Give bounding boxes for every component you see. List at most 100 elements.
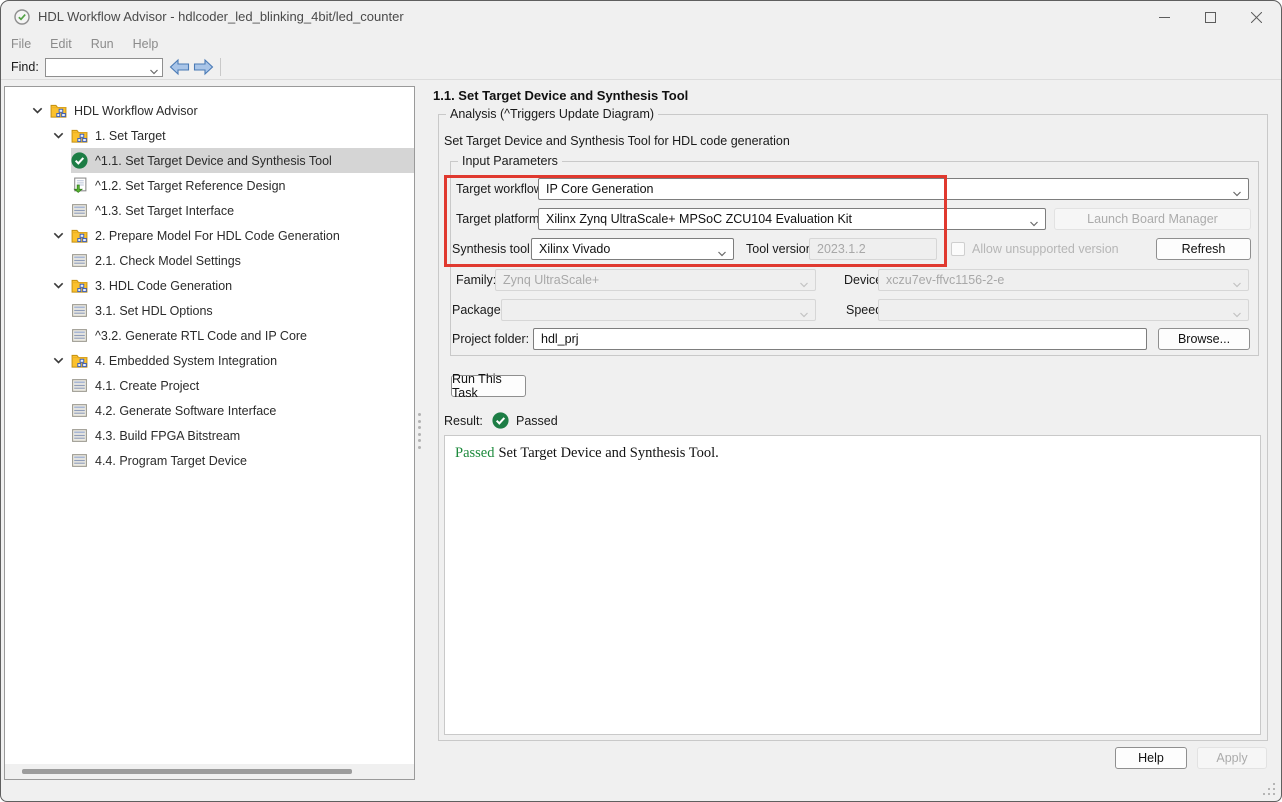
tree-item-label: 4.2. Generate Software Interface bbox=[95, 403, 277, 418]
allow-unsupported-version-checkbox[interactable] bbox=[951, 242, 965, 256]
tree-item-content[interactable]: 4.2. Generate Software Interface bbox=[71, 398, 414, 423]
synthesis-tool-combo[interactable]: Xilinx Vivado bbox=[531, 238, 734, 260]
chevron-down-icon bbox=[149, 63, 159, 81]
allow-unsupported-version-label: Allow unsupported version bbox=[972, 242, 1119, 256]
input-parameters-title: Input Parameters bbox=[458, 154, 562, 168]
task-icon bbox=[71, 402, 88, 419]
task-icon bbox=[71, 377, 88, 394]
tree-item-selected-content[interactable]: ^1.1. Set Target Device and Synthesis To… bbox=[71, 148, 414, 173]
tree-item-content[interactable]: HDL Workflow Advisor bbox=[50, 98, 414, 123]
tree-item-content[interactable]: 3. HDL Code Generation bbox=[71, 273, 414, 298]
result-label: Result: bbox=[444, 414, 483, 428]
refresh-button[interactable]: Refresh bbox=[1156, 238, 1251, 260]
chevron-down-icon[interactable] bbox=[50, 353, 66, 369]
target-workflow-combo[interactable]: IP Core Generation bbox=[538, 178, 1249, 200]
chevron-down-icon[interactable] bbox=[50, 228, 66, 244]
tree-item[interactable]: 4. Embedded System Integration bbox=[5, 348, 414, 373]
tree-item-content[interactable]: 1. Set Target bbox=[71, 123, 414, 148]
tree-item[interactable]: 2.1. Check Model Settings bbox=[5, 248, 414, 273]
workflow-tree-panel: HDL Workflow Advisor 1. Set Target ^1.1. S… bbox=[4, 86, 415, 780]
task-icon bbox=[71, 327, 88, 344]
folder-icon bbox=[71, 127, 88, 144]
tree-item-content[interactable]: 4.4. Program Target Device bbox=[71, 448, 414, 473]
tree-item-label: 3.1. Set HDL Options bbox=[95, 303, 213, 318]
chevron-down-icon[interactable] bbox=[50, 278, 66, 294]
tree-item-content[interactable]: ^1.2. Set Target Reference Design bbox=[71, 173, 414, 198]
tree-item[interactable]: 2. Prepare Model For HDL Code Generation bbox=[5, 223, 414, 248]
tree-item-content[interactable]: 4.3. Build FPGA Bitstream bbox=[71, 423, 414, 448]
tree-item-label: 4.1. Create Project bbox=[95, 378, 200, 393]
scrollbar-thumb[interactable] bbox=[22, 769, 352, 774]
tree-item[interactable]: ^1.2. Set Target Reference Design bbox=[5, 173, 414, 198]
synthesis-tool-label: Synthesis tool: bbox=[452, 242, 534, 256]
tree-item-label: ^3.2. Generate RTL Code and IP Core bbox=[95, 328, 308, 343]
help-button[interactable]: Help bbox=[1115, 747, 1187, 769]
panel-splitter-handle[interactable] bbox=[415, 413, 423, 449]
apply-button[interactable]: Apply bbox=[1197, 747, 1267, 769]
tree-item[interactable]: 4.2. Generate Software Interface bbox=[5, 398, 414, 423]
launch-board-manager-button[interactable]: Launch Board Manager bbox=[1054, 208, 1251, 230]
chevron-down-icon[interactable] bbox=[29, 103, 45, 119]
tree-item[interactable]: ^3.2. Generate RTL Code and IP Core bbox=[5, 323, 414, 348]
window-resize-grip[interactable] bbox=[1263, 783, 1275, 795]
tree-item-content[interactable]: 2.1. Check Model Settings bbox=[71, 248, 414, 273]
chevron-down-icon bbox=[799, 306, 809, 324]
tree-item[interactable]: 1. Set Target bbox=[5, 123, 414, 148]
tree-item[interactable]: 4.3. Build FPGA Bitstream bbox=[5, 423, 414, 448]
tree-item-content[interactable]: ^3.2. Generate RTL Code and IP Core bbox=[71, 323, 414, 348]
menu-help[interactable]: Help bbox=[133, 37, 159, 51]
family-combo: Zynq UltraScale+ bbox=[495, 269, 816, 291]
result-output-box: Passed Set Target Device and Synthesis To… bbox=[444, 435, 1261, 735]
task-icon bbox=[71, 452, 88, 469]
tree-item-content[interactable]: 4.1. Create Project bbox=[71, 373, 414, 398]
menu-run[interactable]: Run bbox=[91, 37, 114, 51]
chevron-down-icon bbox=[1029, 215, 1039, 233]
docarrow-icon bbox=[71, 177, 88, 194]
close-button[interactable] bbox=[1233, 2, 1279, 32]
tree-item-label: 4.3. Build FPGA Bitstream bbox=[95, 428, 241, 443]
tree-item[interactable]: 3.1. Set HDL Options bbox=[5, 298, 414, 323]
chevron-down-icon[interactable] bbox=[50, 128, 66, 144]
tree-item-content[interactable]: 3.1. Set HDL Options bbox=[71, 298, 414, 323]
tree-item-label: 2. Prepare Model For HDL Code Generation bbox=[95, 228, 340, 243]
passed-check-icon bbox=[492, 412, 509, 429]
analysis-groupbox-title: Analysis (^Triggers Update Diagram) bbox=[446, 107, 659, 121]
find-input[interactable] bbox=[45, 58, 163, 77]
tree-item-content[interactable]: 4. Embedded System Integration bbox=[71, 348, 414, 373]
folder-icon bbox=[71, 277, 88, 294]
tree-item-label: 3. HDL Code Generation bbox=[95, 278, 233, 293]
tree-item[interactable]: 3. HDL Code Generation bbox=[5, 273, 414, 298]
tree-item-content[interactable]: ^1.3. Set Target Interface bbox=[71, 198, 414, 223]
tree-item[interactable]: ^1.3. Set Target Interface bbox=[5, 198, 414, 223]
minimize-button[interactable] bbox=[1141, 2, 1187, 32]
target-workflow-value: IP Core Generation bbox=[546, 182, 654, 196]
maximize-button[interactable] bbox=[1187, 2, 1233, 32]
family-value: Zynq UltraScale+ bbox=[503, 273, 600, 287]
run-this-task-button[interactable]: Run This Task bbox=[451, 372, 526, 400]
package-label: Package: bbox=[452, 303, 505, 317]
apply-button-label: Apply bbox=[1216, 751, 1248, 765]
tree-item-label: HDL Workflow Advisor bbox=[74, 103, 198, 118]
tree-item[interactable]: 4.1. Create Project bbox=[5, 373, 414, 398]
hdl-workflow-advisor-window: HDL Workflow Advisor - hdlcoder_led_blin… bbox=[0, 0, 1282, 802]
app-icon bbox=[14, 9, 30, 25]
target-platform-combo[interactable]: Xilinx Zynq UltraScale+ MPSoC ZCU104 Eva… bbox=[538, 208, 1046, 230]
project-folder-input[interactable]: hdl_prj bbox=[533, 328, 1147, 350]
tree-horizontal-scrollbar[interactable] bbox=[5, 764, 414, 779]
tool-version-field: 2023.1.2 bbox=[809, 238, 937, 260]
tree-item-content[interactable]: 2. Prepare Model For HDL Code Generation bbox=[71, 223, 414, 248]
menu-file[interactable]: File bbox=[11, 37, 31, 51]
tree-item[interactable]: HDL Workflow Advisor bbox=[5, 98, 414, 123]
result-status: Passed bbox=[516, 414, 558, 428]
find-next-button[interactable] bbox=[193, 58, 214, 76]
tree-item[interactable]: ^1.1. Set Target Device and Synthesis To… bbox=[5, 148, 414, 173]
tree-item-label: 4.4. Program Target Device bbox=[95, 453, 247, 468]
help-button-label: Help bbox=[1138, 751, 1164, 765]
find-previous-button[interactable] bbox=[169, 58, 190, 76]
task-description: Set Target Device and Synthesis Tool for… bbox=[444, 134, 790, 148]
browse-button[interactable]: Browse... bbox=[1158, 328, 1250, 350]
tree-item[interactable]: 4.4. Program Target Device bbox=[5, 448, 414, 473]
chevron-down-icon bbox=[1232, 185, 1242, 203]
menu-edit[interactable]: Edit bbox=[50, 37, 72, 51]
passed-icon bbox=[71, 152, 88, 169]
